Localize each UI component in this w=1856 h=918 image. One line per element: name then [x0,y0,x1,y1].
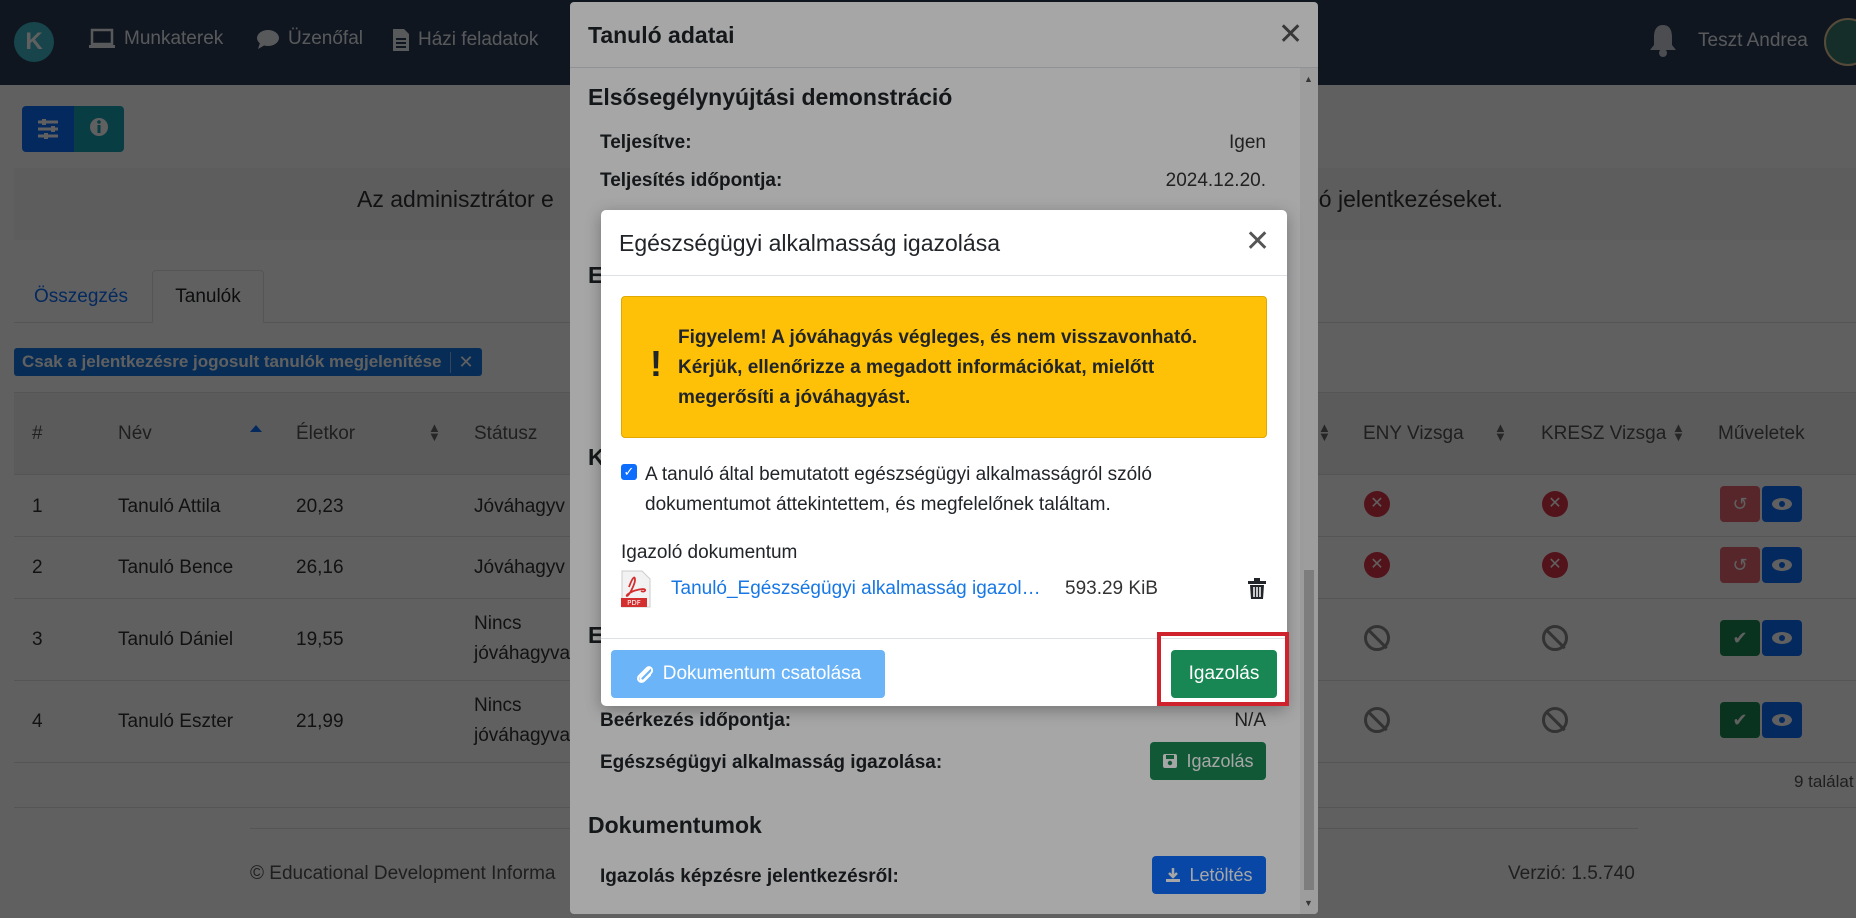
document-size: 593.29 KiB [1065,578,1158,599]
trash-icon[interactable] [1247,578,1267,600]
modal-title: Egészségügyi alkalmasság igazolása [619,230,1000,256]
attach-document-button[interactable]: Dokumentum csatolása [611,650,885,698]
pdf-icon: PDF [621,570,651,608]
exclamation-icon: ! [650,343,662,384]
button-label: Dokumentum csatolása [662,663,862,684]
highlight-box [1157,632,1289,706]
document-link[interactable]: Tanuló_Egészségügyi alkalmasság igazolás… [671,578,1051,600]
modal-header: Egészségügyi alkalmasság igazolása ✕ [601,210,1287,276]
checkbox-label[interactable]: A tanuló által bemutatott egészségügyi a… [645,460,1235,520]
pdf-label: PDF [627,599,641,607]
doc-section-label: Igazoló dokumentum [621,542,798,563]
paperclip-icon [636,666,653,683]
alert-text: Figyelem! A jóváhagyás végleges, és nem … [678,327,1198,408]
review-checkbox[interactable]: ✓ [621,464,637,480]
close-icon[interactable]: ✕ [1245,227,1270,257]
warning-alert: ! Figyelem! A jóváhagyás végleges, és ne… [621,296,1267,438]
